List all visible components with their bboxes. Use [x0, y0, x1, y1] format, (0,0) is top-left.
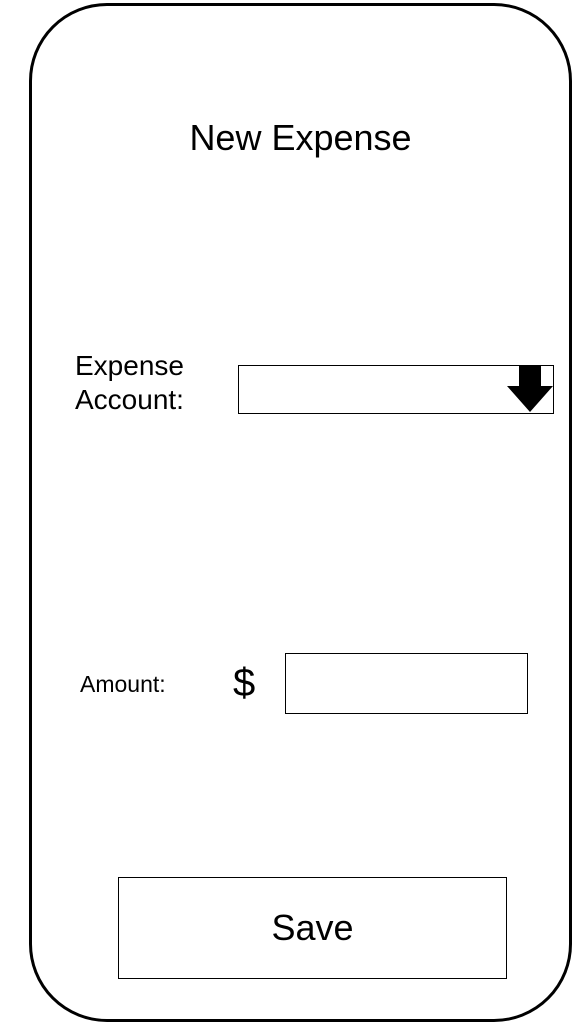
amount-input[interactable]: [285, 653, 528, 714]
expense-account-label-line1: Expense: [75, 350, 184, 381]
expense-account-label-line2: Account:: [75, 384, 184, 415]
currency-symbol: $: [233, 661, 256, 705]
expense-account-dropdown[interactable]: [238, 365, 554, 414]
amount-label: Amount:: [80, 671, 166, 697]
phone-frame: New Expense Expense Account: Amount: $ S…: [29, 3, 572, 1022]
expense-account-label: Expense Account:: [75, 349, 184, 417]
page-title: New Expense: [189, 117, 412, 158]
down-arrow-icon[interactable]: [505, 364, 555, 414]
save-button[interactable]: Save: [118, 877, 507, 979]
